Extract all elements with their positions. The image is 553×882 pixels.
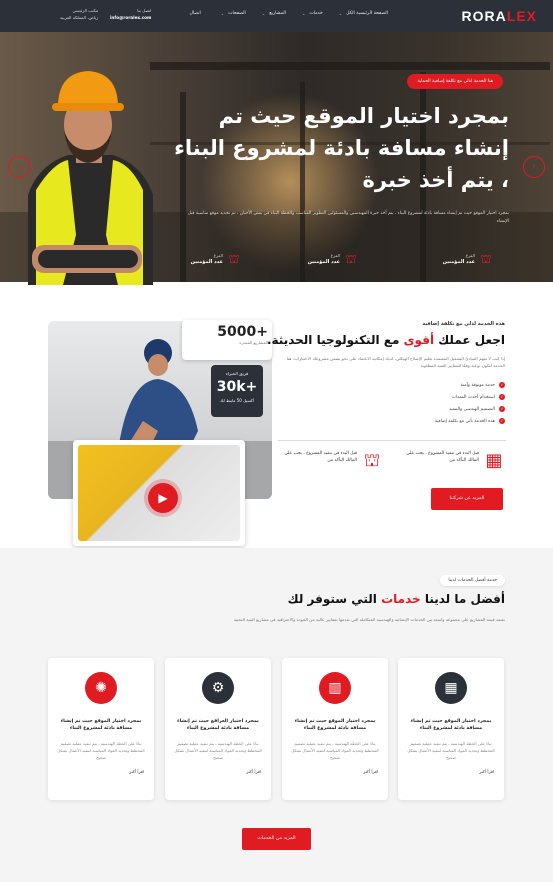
chevron-down-icon: ⌄ (301, 11, 306, 16)
service-card[interactable]: ⚙ بمجرد اختيار العراقع حيث تم إنشاء مساف… (165, 658, 271, 800)
list-item: ✓ خدمة موثوقة وآمنة (460, 382, 505, 388)
nav-item-projects[interactable]: المشاريع (269, 11, 286, 16)
hero-title: بمجرد اختيار الموقع حيث تم إنشاء مسافة ب… (174, 104, 509, 192)
list-item: ✓ التصميم الهندسي والتنفيذ (449, 406, 505, 412)
crane-icon: ⛫ (480, 252, 492, 266)
building-icon: ▥ (319, 672, 351, 704)
check-icon: ✓ (499, 418, 505, 424)
read-more-link[interactable]: اقرأ أكثر (165, 769, 271, 774)
building-icon: ▦ (435, 672, 467, 704)
about-description: إذا كنت لا تفهم المبادئ التشغيل المعتمدة… (286, 356, 505, 368)
service-card[interactable]: ✺ بمجرد اختيار الموقع حيث تم إنشاء مسافة… (48, 658, 154, 800)
nav-item-services[interactable]: خدمات (309, 11, 322, 16)
chevron-down-icon: ⌄ (220, 11, 225, 16)
list-item: ✓ استخدام أحدث المعدات (451, 394, 505, 400)
nav-item-home[interactable]: الصفحة الرئيسية الكل (346, 11, 388, 16)
services-title: أفضل ما لدينا خدمات التي ستوفر لك (287, 592, 505, 606)
list-item: ✓ هذه الخدمة تأتي مع تكلفة إضافية (434, 418, 505, 424)
arrow-right-icon[interactable]: › (523, 156, 545, 178)
hero-description: بمجرد اختيار الموقع حيث تم إنشاء مسافة ب… (187, 211, 509, 224)
chevron-down-icon: ⌄ (338, 11, 343, 16)
about-more-button[interactable]: المزيد عن شركتنا (431, 488, 503, 510)
services-pill: خدمة أفضل الخدمات لدينا (440, 575, 505, 586)
read-more-link[interactable]: اقرأ أكثر (48, 769, 154, 774)
contact-email[interactable]: اتصل بنا info@roralex.com (110, 7, 151, 21)
nav-item-pages[interactable]: الصفحات (228, 11, 246, 16)
chevron-down-icon: ⌄ (261, 11, 266, 16)
feature-item: ▦ قبل البدء في تنفيذ المشروع ، يجب علي ا… (395, 450, 505, 472)
feature-checklist: ✓ خدمة موثوقة وآمنة ✓ استخدام أحدث المعدات… (280, 382, 505, 430)
divider (278, 440, 506, 441)
logo[interactable]: RORALEX (462, 8, 537, 24)
check-icon: ✓ (499, 394, 505, 400)
hero-stat: ⛫ الفرع عدد المؤمنين (190, 252, 240, 266)
service-card[interactable]: ▦ بمجرد اختيار الموقع حيث تم إنشاء مسافة… (398, 658, 504, 800)
about-subtitle: هذه الخدمة لذلي مع تكلفة إضافية (422, 321, 505, 327)
check-icon: ✓ (499, 382, 505, 388)
services-description: تعتمد قيمة المشاريع على مجموعة واسعة من … (233, 617, 505, 622)
hero-stat: ⛫ الفرع عدد المؤمنين (307, 252, 357, 266)
arrow-left-icon[interactable]: ‹ (8, 156, 30, 178)
read-more-link[interactable]: اقرأ أكثر (398, 769, 504, 774)
video-thumbnail[interactable]: ▶ (73, 440, 245, 546)
crane-icon: ⛫ (345, 252, 357, 266)
crane-icon: ⛫ (228, 252, 240, 266)
hero-badge: هنا الخدمة لذلي مع تكلفة إضافية الحماية (407, 74, 503, 89)
services-more-button[interactable]: المزيد من الخدمات (242, 828, 311, 850)
contact-address: مكتب الرئيسي رياض، المملكة العربية (60, 8, 99, 20)
service-icon: ⚙ (202, 672, 234, 704)
projects-stat: 5000+ المشاريع المنجزة (182, 320, 272, 360)
about-title: اجعل عملك أقوى مع التكنولوجيا الحديثة. (266, 333, 505, 347)
feature-item: ⛫ قبل البدء في تنفيذ المشروع ، يجب علي ا… (273, 450, 383, 472)
nav-item-contact[interactable]: اتصال (190, 11, 201, 16)
worker-image (28, 71, 153, 285)
building-icon: ▦ (485, 450, 503, 471)
experts-stat: فريق الخبراء 30k+ أكسيل 50 ماينط لك (211, 365, 263, 417)
read-more-link[interactable]: اقرأ أكثر (282, 769, 388, 774)
hero-stat: ⛫ الفرع عدد المؤمنين (442, 252, 492, 266)
check-icon: ✓ (499, 406, 505, 412)
crane-icon: ⛫ (363, 450, 381, 471)
play-icon[interactable]: ▶ (148, 483, 178, 513)
service-card[interactable]: ▥ بمجرد اختيار الموقع حيث تم إنشاء مسافة… (282, 658, 388, 800)
service-icon: ✺ (85, 672, 117, 704)
main-nav: اتصال ⌄ الصفحات ⌄ المشاريع ⌄ خدمات ⌄ الص… (190, 11, 388, 16)
